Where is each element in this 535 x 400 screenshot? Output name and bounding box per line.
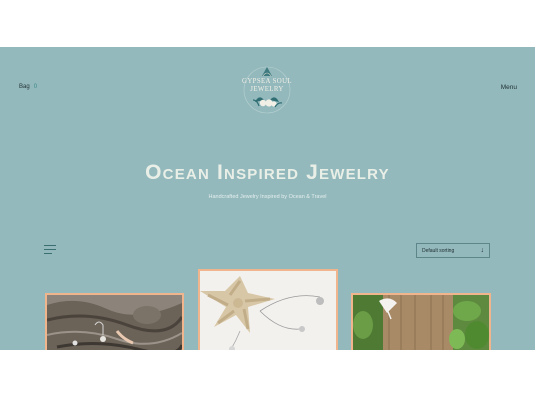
product-image-wood-pendant [353,295,489,350]
product-card[interactable] [351,293,491,350]
bag-count-badge: 0 [33,84,38,90]
sort-select[interactable]: Default sorting ↓ [416,243,490,258]
bag-label: Bag [19,84,30,90]
page-subtitle: Handcrafted Jewelry Inspired by Ocean & … [208,194,327,200]
logo-text-line1: GYPSEA SOUL [242,78,292,85]
page: Bag 0 GYPSEA SOUL JEWELRY Menu Ocean Ins… [0,0,535,400]
filter-lines-icon[interactable] [44,245,56,254]
product-image-starfish-necklace [200,271,336,350]
page-title: Ocean Inspired Jewelry [145,161,390,184]
sort-select-label: Default sorting [422,247,455,254]
product-card[interactable] [198,269,338,350]
bag-link[interactable]: Bag 0 [19,84,37,90]
hero-section: Bag 0 GYPSEA SOUL JEWELRY Menu Ocean Ins… [0,47,535,350]
menu-button[interactable]: Menu [501,84,517,91]
arrow-down-icon: ↓ [480,247,485,254]
product-image-driftwood-earrings [47,295,182,350]
logo-text-line2: JEWELRY [250,86,284,93]
site-logo[interactable]: GYPSEA SOUL JEWELRY [239,64,295,116]
product-card[interactable] [45,293,184,350]
